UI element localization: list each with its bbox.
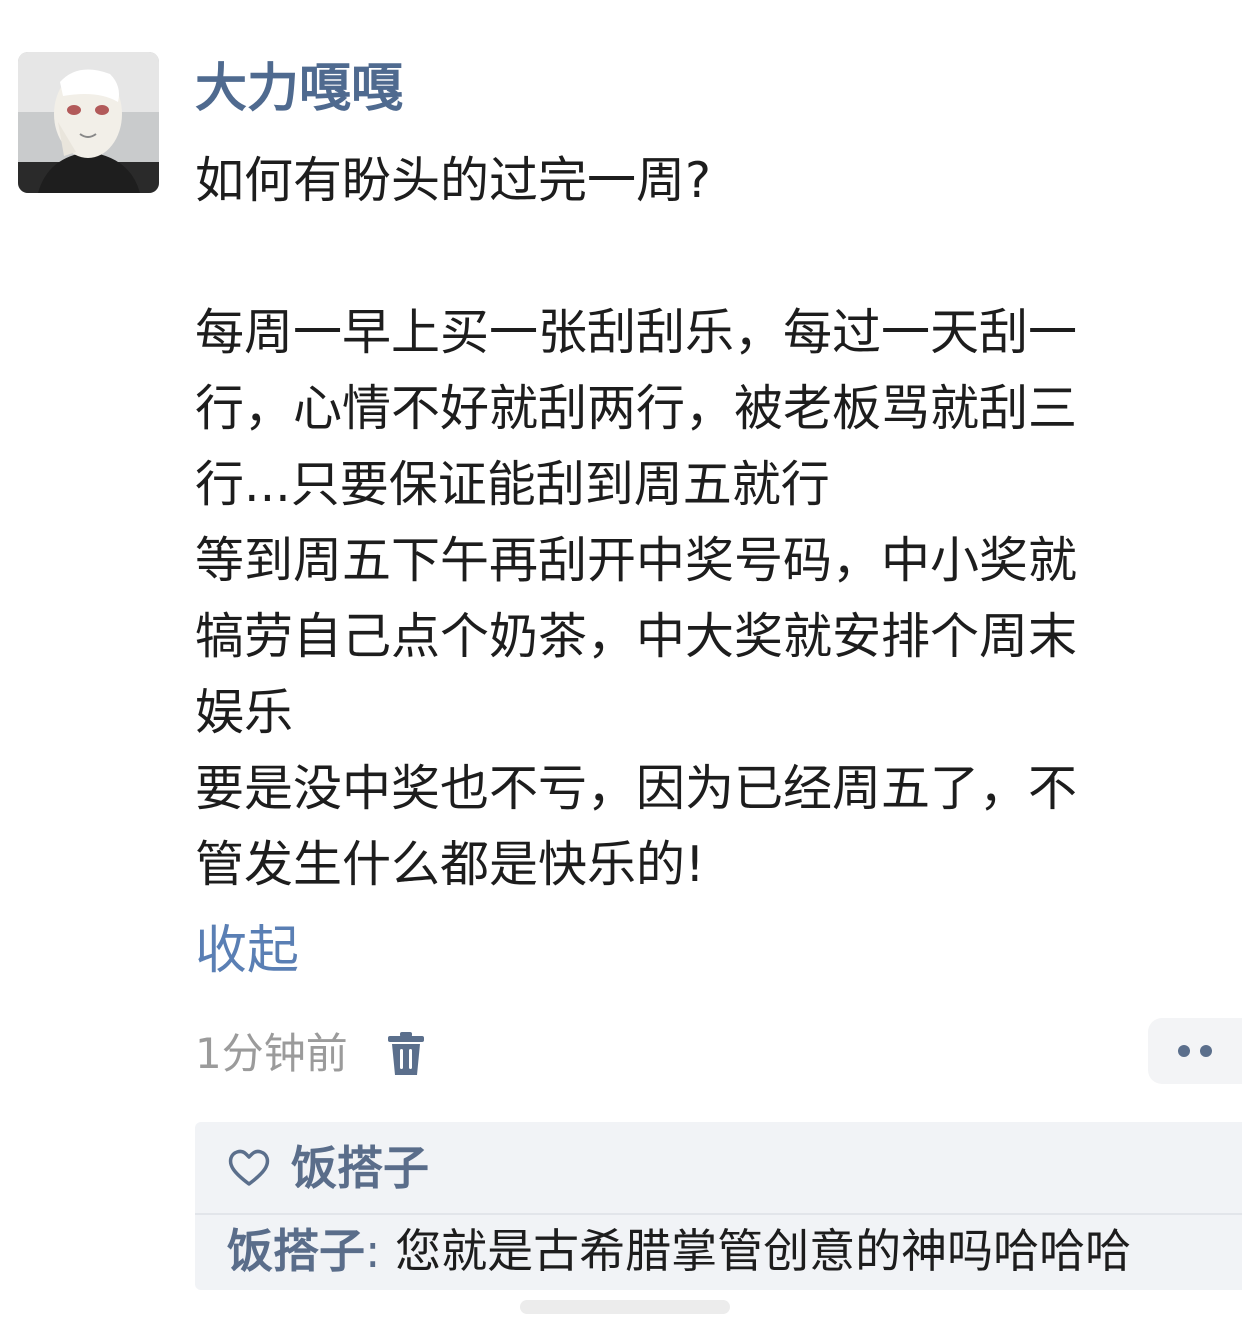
post-line: 每周一早上买一张刮刮乐，每过一天刮一 bbox=[195, 304, 1078, 361]
heart-outline-icon[interactable] bbox=[227, 1148, 271, 1188]
post-body: 如何有盼头的过完一周? 每周一早上买一张刮刮乐，每过一天刮一 行，心情不好就刮两… bbox=[195, 143, 1227, 903]
post-line: 管发生什么都是快乐的! bbox=[195, 836, 705, 893]
post-line: 行，心情不好就刮两行，被老板骂就刮三 bbox=[195, 380, 1078, 437]
post-meta-row: 1分钟前 bbox=[195, 1024, 426, 1084]
liker-name[interactable]: 饭搭子 bbox=[291, 1138, 429, 1198]
reply-item[interactable]: 饭搭子: 您就是古希腊掌管创意的神吗哈哈哈 bbox=[227, 1220, 1131, 1282]
reply-box: 饭搭子 饭搭子: 您就是古希腊掌管创意的神吗哈哈哈 bbox=[195, 1122, 1242, 1290]
collapse-link[interactable]: 收起 bbox=[195, 920, 299, 982]
post-line: 行...只要保证能刮到周五就行 bbox=[195, 456, 830, 513]
reply-separator: : bbox=[365, 1224, 396, 1278]
post-line: 如何有盼头的过完一周? bbox=[195, 152, 712, 209]
more-button[interactable] bbox=[1148, 1018, 1242, 1084]
timestamp: 1分钟前 bbox=[195, 1029, 348, 1078]
more-dots-icon bbox=[1200, 1045, 1212, 1057]
username[interactable]: 大力嘎嘎 bbox=[195, 58, 403, 120]
post-line: 等到周五下午再刮开中奖号码，中小奖就 bbox=[195, 532, 1078, 589]
post-line: 娱乐 bbox=[195, 684, 294, 741]
avatar-photo-icon bbox=[18, 52, 159, 193]
reply-divider bbox=[195, 1213, 1242, 1215]
likes-row: 饭搭子 bbox=[227, 1138, 429, 1198]
reply-author[interactable]: 饭搭子 bbox=[227, 1224, 365, 1278]
post-line-blank bbox=[195, 219, 1227, 295]
reply-text: 您就是古希腊掌管创意的神吗哈哈哈 bbox=[395, 1224, 1132, 1278]
home-indicator bbox=[520, 1300, 730, 1314]
avatar[interactable] bbox=[18, 52, 159, 193]
post-line: 犒劳自己点个奶茶，中大奖就安排个周末 bbox=[195, 608, 1078, 665]
more-dots-icon bbox=[1178, 1045, 1190, 1057]
trash-icon[interactable] bbox=[386, 1031, 426, 1077]
post-line: 要是没中奖也不亏，因为已经周五了，不 bbox=[195, 760, 1078, 817]
